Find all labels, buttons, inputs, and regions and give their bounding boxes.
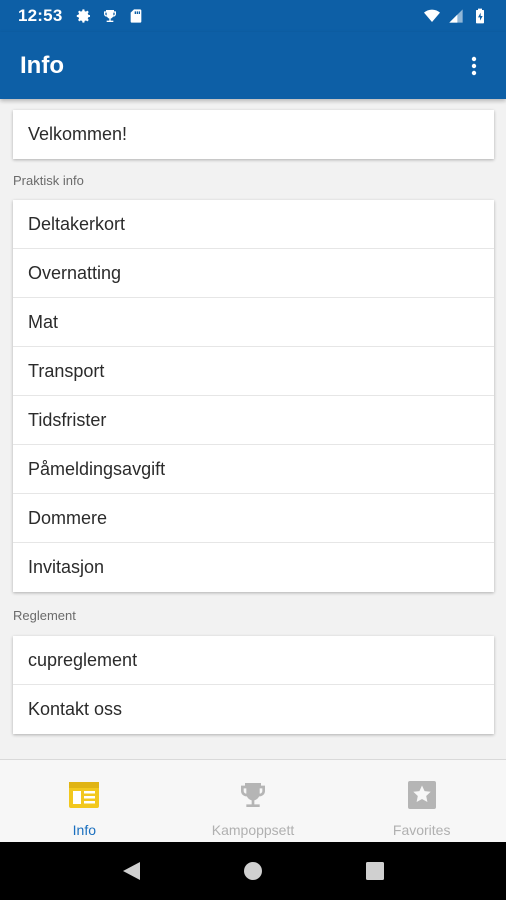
welcome-card: Velkommen!	[13, 110, 494, 159]
bottom-navigation: Info Kampoppsett Favorites	[0, 759, 506, 842]
page-title: Info	[20, 51, 64, 79]
status-icons-left	[76, 8, 144, 24]
list-item[interactable]: Dommere	[13, 494, 494, 543]
list-item[interactable]: Overnatting	[13, 249, 494, 298]
list-item[interactable]: cupreglement	[13, 636, 494, 685]
list-item[interactable]: Tidsfrister	[13, 396, 494, 445]
wifi-icon	[424, 9, 440, 22]
list-item[interactable]: Kontakt oss	[13, 685, 494, 734]
more-options-button[interactable]	[462, 54, 486, 78]
list-item[interactable]: Mat	[13, 298, 494, 347]
sd-card-icon	[131, 9, 142, 23]
home-icon	[244, 862, 262, 880]
more-vert-icon	[471, 56, 477, 75]
nav-tab-kampoppsett[interactable]: Kampoppsett	[169, 760, 338, 842]
reglement-card: cupreglement Kontakt oss	[13, 636, 494, 734]
status-icons-right	[424, 8, 488, 24]
trophy-icon	[104, 10, 117, 22]
star-icon	[405, 778, 439, 812]
praktisk-info-card: Deltakerkort Overnatting Mat Transport T…	[13, 200, 494, 592]
nav-label-favorites: Favorites	[392, 822, 451, 838]
gear-icon	[77, 9, 91, 23]
nav-label-kampoppsett: Kampoppsett	[211, 822, 295, 838]
app-bar: Info	[0, 32, 506, 99]
recents-icon	[366, 862, 384, 880]
nav-label-info: Info	[72, 822, 97, 838]
content-area[interactable]: Velkommen! Praktisk info Deltakerkort Ov…	[0, 99, 506, 759]
list-item-welcome[interactable]: Velkommen!	[13, 110, 494, 159]
system-navigation-bar	[0, 842, 506, 900]
battery-icon	[476, 8, 484, 24]
list-item[interactable]: Påmeldingsavgift	[13, 445, 494, 494]
status-time: 12:53	[18, 6, 63, 25]
back-icon	[123, 862, 140, 880]
list-item[interactable]: Deltakerkort	[13, 200, 494, 249]
section-header-reglement: Reglement	[13, 608, 76, 623]
cell-signal-icon	[449, 9, 463, 23]
trophy-icon	[236, 778, 270, 812]
status-bar: 12:53	[0, 0, 506, 32]
list-item[interactable]: Invitasjon	[13, 543, 494, 592]
section-header-praktisk-info: Praktisk info	[13, 173, 84, 188]
nav-tab-favorites[interactable]: Favorites	[337, 760, 506, 842]
back-button[interactable]	[111, 851, 151, 891]
nav-tab-info[interactable]: Info	[0, 760, 169, 842]
recents-button[interactable]	[355, 851, 395, 891]
info-list-icon	[67, 778, 101, 812]
list-item[interactable]: Transport	[13, 347, 494, 396]
home-button[interactable]	[233, 851, 273, 891]
